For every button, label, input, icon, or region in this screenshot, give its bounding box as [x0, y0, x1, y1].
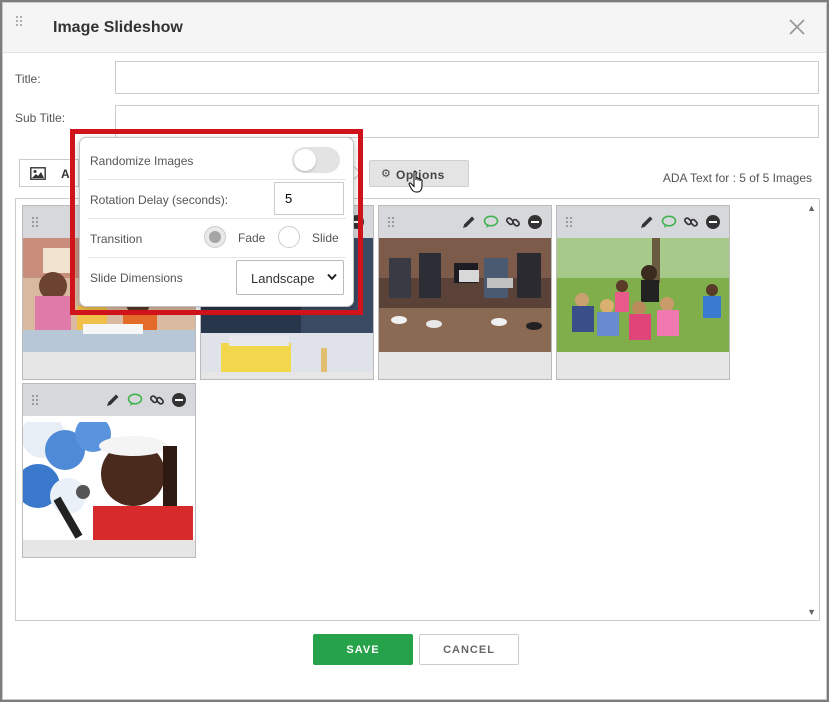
drag-handle-icon[interactable] — [31, 394, 39, 406]
slide-image — [379, 238, 551, 352]
slide-image — [23, 416, 195, 540]
comment-icon[interactable] — [127, 392, 143, 408]
image-tile[interactable] — [22, 383, 196, 558]
scroll-down-arrow-icon[interactable]: ▼ — [807, 607, 816, 617]
remove-icon[interactable] — [171, 392, 187, 408]
comment-icon[interactable] — [483, 214, 499, 230]
drag-handle-icon[interactable] — [565, 216, 573, 228]
tile-toolbar — [379, 206, 551, 238]
link-icon[interactable] — [505, 214, 521, 230]
drag-handle-icon[interactable] — [15, 15, 23, 27]
close-icon — [789, 19, 805, 35]
cancel-button[interactable]: CANCEL — [419, 634, 519, 665]
slide-image — [557, 238, 729, 352]
tile-toolbar — [557, 206, 729, 238]
drag-handle-icon[interactable] — [31, 216, 39, 228]
pencil-icon[interactable] — [105, 392, 121, 408]
highlight-annotation-box — [70, 129, 363, 315]
close-button[interactable] — [786, 16, 808, 38]
title-input[interactable] — [115, 61, 819, 94]
hand-cursor-icon — [408, 170, 423, 193]
tile-toolbar — [23, 384, 195, 416]
comment-icon[interactable] — [661, 214, 677, 230]
pencil-icon[interactable] — [639, 214, 655, 230]
drag-handle-icon[interactable] — [387, 216, 395, 228]
image-icon — [30, 167, 46, 180]
save-button[interactable]: SAVE — [313, 634, 413, 665]
dialog-title: Image Slideshow — [53, 19, 183, 36]
image-tile[interactable] — [378, 205, 552, 380]
gear-icon: ⚙ — [381, 168, 392, 180]
scroll-up-arrow-icon[interactable]: ▲ — [807, 203, 816, 213]
image-tile[interactable] — [556, 205, 730, 380]
subtitle-label: Sub Title: — [15, 111, 66, 125]
dialog-header: Image Slideshow — [3, 3, 826, 53]
pencil-icon[interactable] — [461, 214, 477, 230]
remove-icon[interactable] — [527, 214, 543, 230]
add-images-label: A — [61, 167, 70, 181]
link-icon[interactable] — [683, 214, 699, 230]
link-icon[interactable] — [149, 392, 165, 408]
remove-icon[interactable] — [705, 214, 721, 230]
ada-text-status: ADA Text for : 5 of 5 Images — [662, 171, 812, 185]
title-label: Title: — [15, 72, 41, 86]
image-slideshow-dialog: Image Slideshow Title: Sub Title: A ⚙ Op… — [2, 2, 827, 700]
